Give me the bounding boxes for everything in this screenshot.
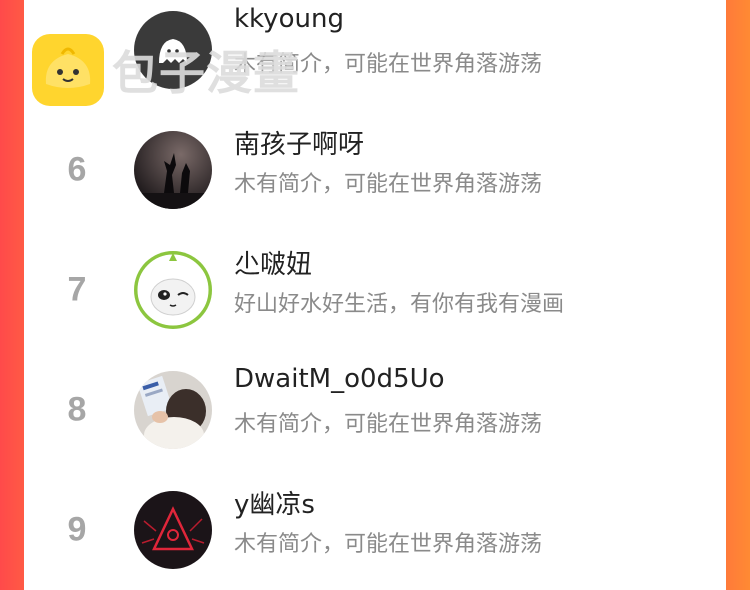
- list-item[interactable]: 9 y幽凉s 木有简介，可能在世界角落游荡: [24, 470, 726, 590]
- watermark-text: 包子漫畫: [112, 46, 300, 100]
- list-item[interactable]: 8 DwaitM_o0d5Uo 木有简介，可能在世界角落游荡: [24, 350, 726, 470]
- dancers-photo-icon: [134, 131, 212, 209]
- rank-number: 6: [67, 150, 87, 189]
- list-item[interactable]: 7 尐啵妞 好山好水好生活，有你有我有漫画: [24, 230, 726, 350]
- user-name[interactable]: 尐啵妞: [234, 244, 312, 281]
- watermark: 包子漫畫: [32, 32, 300, 108]
- user-bio: 木有简介，可能在世界角落游荡: [234, 532, 543, 557]
- rank-number: 8: [67, 390, 87, 429]
- user-name[interactable]: 南孩子啊呀: [234, 124, 364, 161]
- user-bio: 木有简介，可能在世界角落游荡: [234, 172, 543, 197]
- avatar[interactable]: [134, 131, 212, 209]
- user-name[interactable]: y幽凉s: [234, 484, 315, 521]
- avatar[interactable]: [134, 371, 212, 449]
- rank-number: 7: [67, 270, 87, 309]
- user-bio: 好山好水好生活，有你有我有漫画: [234, 292, 565, 317]
- user-name[interactable]: DwaitM_o0d5Uo: [234, 364, 445, 394]
- rank-number: 9: [67, 510, 87, 549]
- neon-triangle-icon: [134, 491, 212, 569]
- bun-logo-icon: [32, 34, 104, 106]
- avatar[interactable]: [134, 251, 212, 329]
- green-bunny-icon: [134, 251, 212, 329]
- user-bio: 木有简介，可能在世界角落游荡: [234, 412, 543, 437]
- person-photo-icon: [134, 371, 212, 449]
- user-name[interactable]: kkyoung: [234, 4, 344, 34]
- avatar[interactable]: [134, 491, 212, 569]
- list-item[interactable]: 6 南孩子啊呀 木有简介，可能在世界角落游荡: [24, 110, 726, 230]
